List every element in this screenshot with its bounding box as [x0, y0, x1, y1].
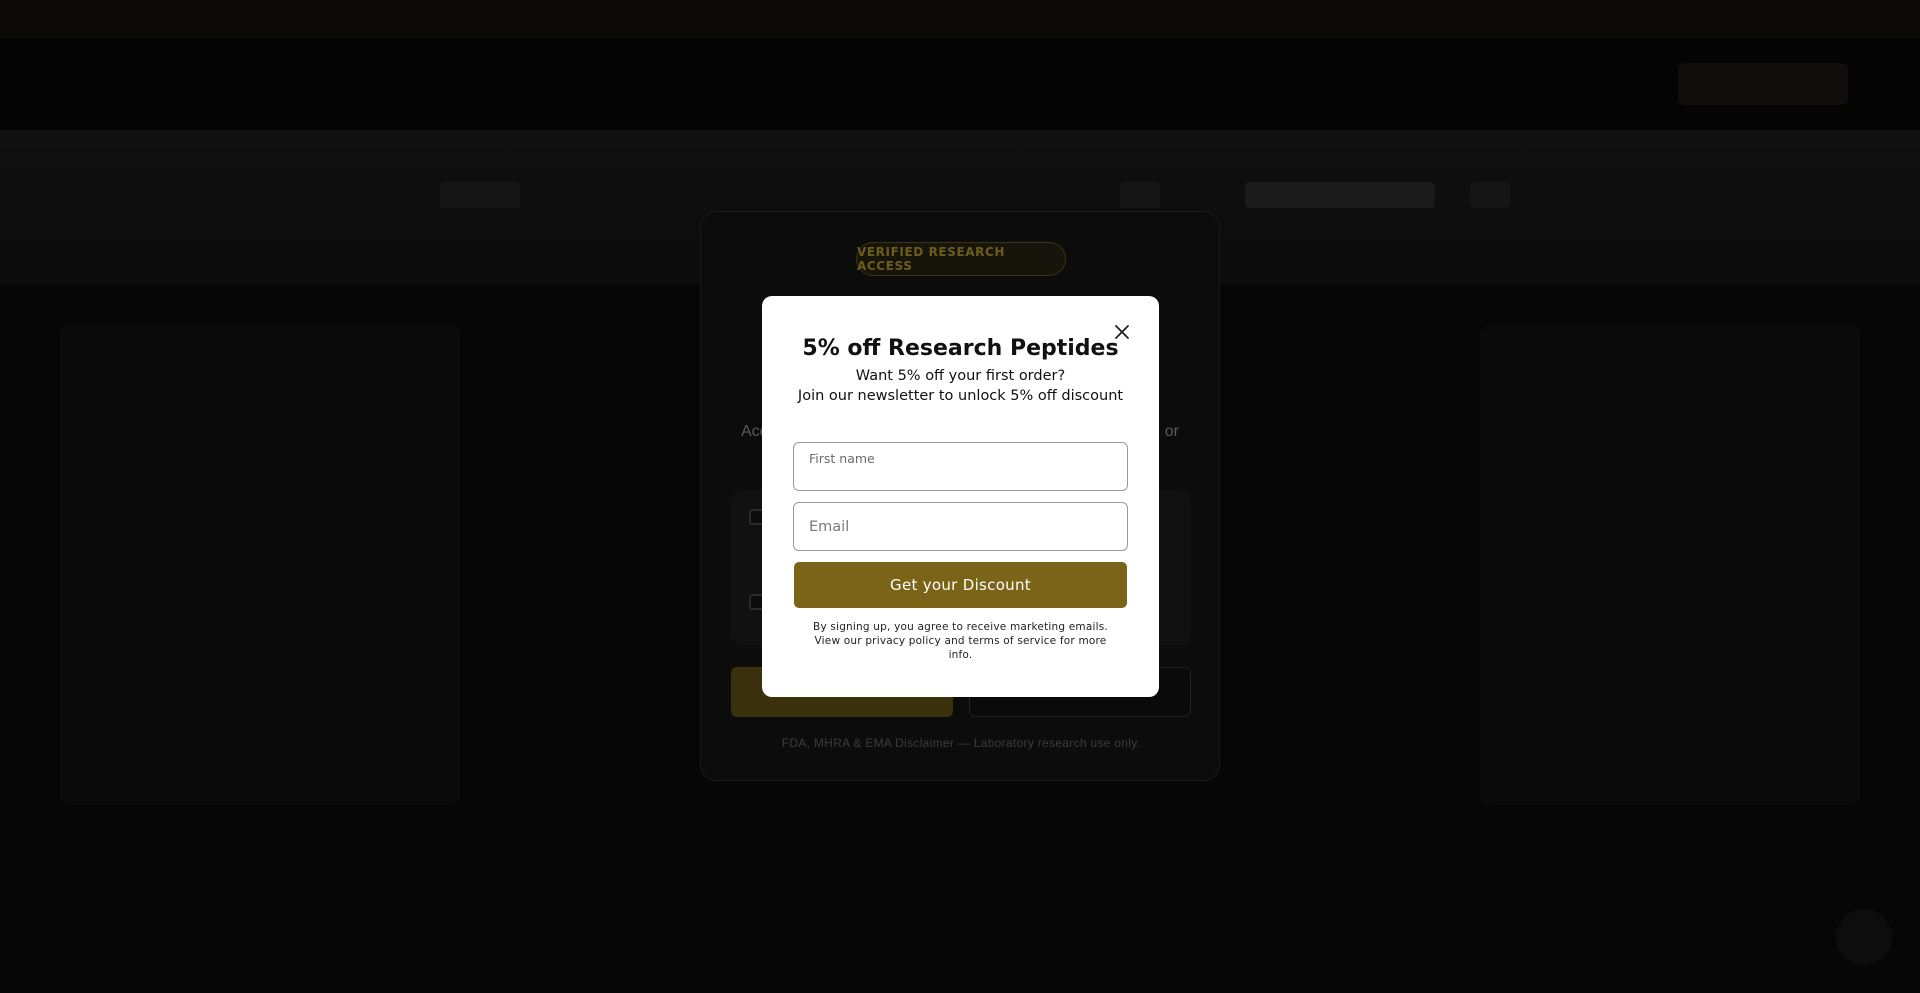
popup-title: 5% off Research Peptides	[802, 336, 1119, 361]
gate-disclaimer: FDA, MHRA & EMA Disclaimer — Laboratory …	[781, 736, 1141, 750]
popup-subtitle: Join our newsletter to unlock 5% off dis…	[797, 388, 1124, 404]
header-cta-button	[1678, 63, 1848, 105]
chat-bubble-icon	[1836, 909, 1892, 965]
content-card	[60, 325, 460, 805]
popup-subtitle: Want 5% off your first order?	[855, 368, 1066, 384]
site-header	[0, 38, 1920, 130]
get-discount-button[interactable]: Get your Discount	[794, 562, 1127, 608]
first-name-input[interactable]	[794, 443, 1127, 490]
content-card	[1480, 325, 1860, 805]
gate-text-fragment: or	[1164, 423, 1179, 440]
newsletter-popup: 5% off Research Peptides Want 5% off you…	[762, 296, 1159, 697]
first-name-field: First name	[793, 442, 1128, 491]
email-field	[793, 502, 1128, 551]
nav-item	[1245, 182, 1435, 208]
nav-item	[440, 182, 520, 208]
email-input[interactable]	[794, 503, 1127, 550]
nav-item	[1120, 182, 1160, 208]
announcement-bar	[0, 0, 1920, 38]
verified-access-badge: VERIFIED RESEARCH ACCESS	[856, 242, 1066, 276]
nav-item	[1470, 182, 1510, 208]
legal-notice: By signing up, you agree to receive mark…	[813, 621, 1108, 661]
